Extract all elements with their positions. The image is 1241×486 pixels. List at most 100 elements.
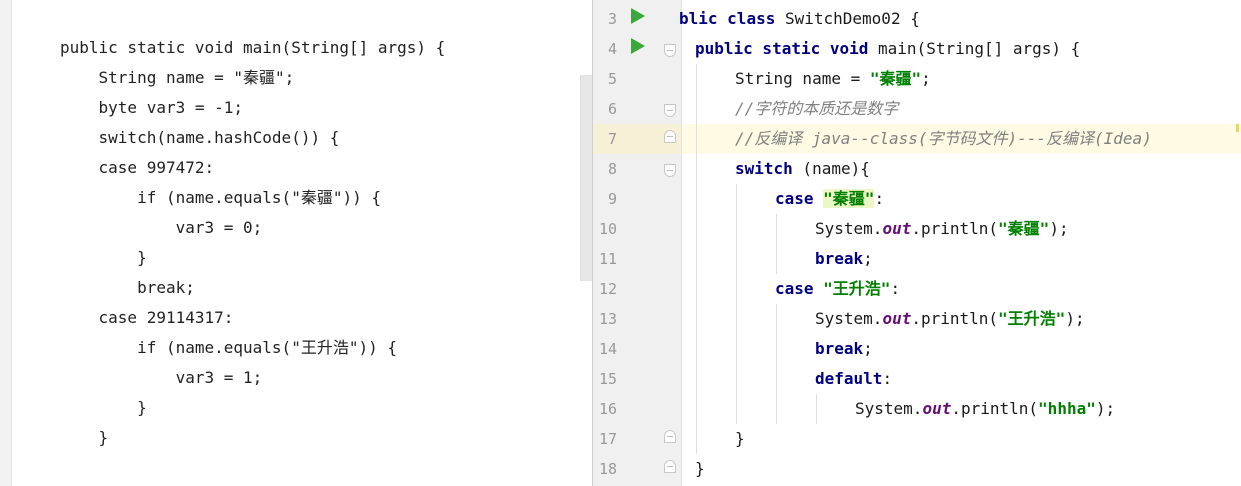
code-line-9[interactable]: case "秦疆":	[775, 184, 884, 214]
gutter-separator	[681, 0, 682, 486]
string-literal: "hhha"	[1038, 399, 1096, 418]
string-literal: "王升浩"	[823, 279, 891, 298]
code-text: .println(	[911, 219, 999, 238]
run-main-icon[interactable]	[631, 38, 645, 54]
fold-icon[interactable]	[664, 164, 676, 177]
static-field: out	[882, 219, 912, 238]
line-number: 4	[607, 40, 617, 58]
run-class-icon[interactable]	[631, 8, 645, 24]
code-line-17[interactable]: }	[735, 424, 745, 454]
code-line-18[interactable]: }	[695, 454, 705, 484]
indent-guide	[696, 64, 697, 454]
code-line: switch(name.hashCode()) {	[60, 128, 340, 147]
string-literal: "秦疆"	[823, 189, 875, 208]
code-line-11[interactable]: break;	[815, 244, 873, 274]
code-line: if (name.equals("秦疆")) {	[60, 188, 381, 207]
indent-guide	[816, 394, 817, 424]
decompiled-code-pane: public static void main(String[] args) {…	[0, 0, 592, 486]
code-line-15[interactable]: default:	[815, 364, 892, 394]
code-text: System.	[855, 399, 923, 418]
fold-icon[interactable]	[664, 460, 676, 473]
keyword: blic	[679, 9, 718, 28]
line-number: 10	[598, 220, 617, 238]
code-line-12[interactable]: case "王升浩":	[775, 274, 900, 304]
code-line-16[interactable]: System.out.println("hhha");	[855, 394, 1115, 424]
indent-guide	[776, 304, 777, 424]
code-text: main(String[] args) {	[868, 39, 1081, 58]
code-text: System.	[815, 309, 883, 328]
string-literal: "秦疆"	[998, 219, 1050, 238]
code-line-6[interactable]: //字符的本质还是数字	[735, 94, 898, 124]
code-line: var3 = 0;	[60, 218, 263, 237]
line-number: 13	[598, 310, 617, 328]
code-text: );	[1065, 309, 1085, 328]
keyword: case	[775, 279, 814, 298]
line-number: 7	[607, 130, 617, 148]
code-line-7[interactable]: //反编译 java--class(字节码文件)---反编译(Idea)	[735, 124, 1152, 154]
line-number: 9	[607, 190, 617, 208]
line-number: 16	[598, 400, 617, 418]
keyword: public static void	[695, 39, 869, 58]
indent-guide	[736, 184, 737, 424]
code-line: }	[60, 398, 147, 417]
code-line-8[interactable]: switch (name){	[735, 154, 870, 184]
fold-icon[interactable]	[664, 104, 676, 117]
fold-icon[interactable]	[664, 130, 676, 143]
line-number: 12	[598, 280, 617, 298]
line-number: 15	[598, 370, 617, 388]
warning-marker[interactable]	[1236, 124, 1239, 132]
code-text: );	[1095, 399, 1116, 418]
code-line: }	[60, 428, 109, 447]
code-line: byte var3 = -1;	[60, 98, 244, 117]
fold-icon[interactable]	[664, 44, 676, 57]
line-number: 11	[598, 250, 617, 268]
code-line-14[interactable]: break;	[815, 334, 873, 364]
code-text: }	[695, 459, 705, 478]
code-text: ;	[863, 249, 873, 268]
code-line: public static void main(String[] args) {	[60, 38, 446, 57]
line-number: 8	[607, 160, 617, 178]
code-text: String name =	[735, 69, 870, 88]
left-scrollbar-thumb[interactable]	[580, 75, 592, 281]
line-number: 3	[607, 10, 617, 28]
code-text: (name){	[792, 159, 870, 178]
code-text: :	[874, 189, 885, 208]
decompiled-code: public static void main(String[] args) {…	[60, 33, 445, 453]
string-literal: "王升浩"	[998, 309, 1066, 328]
keyword: break	[815, 339, 864, 358]
keyword: break	[815, 249, 864, 268]
code-line: String name = "秦疆";	[60, 68, 295, 87]
code-line-4[interactable]: public static void main(String[] args) {	[695, 34, 1080, 64]
line-number: 17	[598, 430, 617, 448]
left-gutter	[0, 0, 12, 486]
code-line: case 29114317:	[60, 308, 234, 327]
keyword: case	[775, 189, 814, 208]
code-text: SwitchDemo02 {	[775, 9, 920, 28]
code-text: .println(	[951, 399, 1039, 418]
code-line-5[interactable]: String name = "秦疆";	[735, 64, 931, 94]
keyword: class	[727, 9, 776, 28]
line-number: 6	[607, 100, 617, 118]
line-number: 5	[607, 70, 617, 88]
editor-pane[interactable]: 3 4 5 6 7 8 9 10 11 12 13 14 15 16 17 18…	[593, 0, 1241, 486]
code-text: System.	[815, 219, 883, 238]
code-line: }	[60, 248, 147, 267]
code-line-3[interactable]: blic class SwitchDemo02 {	[679, 4, 920, 34]
code-line-10[interactable]: System.out.println("秦疆");	[815, 214, 1069, 244]
code-text: :	[890, 279, 901, 298]
static-field: out	[922, 399, 952, 418]
code-line: case 997472:	[60, 158, 215, 177]
fold-icon[interactable]	[664, 430, 676, 443]
static-field: out	[882, 309, 912, 328]
comment: //字符的本质还是数字	[735, 99, 899, 118]
code-line-13[interactable]: System.out.println("王升浩");	[815, 304, 1085, 334]
keyword: default	[815, 369, 883, 388]
comment: //反编译 java--class(字节码文件)---反编译(Idea)	[735, 129, 1152, 148]
code-text: .println(	[911, 309, 999, 328]
code-line: var3 = 1;	[60, 368, 263, 387]
line-number: 18	[598, 460, 617, 478]
line-number: 14	[598, 340, 617, 358]
code-line: if (name.equals("王升浩")) {	[60, 338, 397, 357]
code-text: );	[1049, 219, 1069, 238]
code-text: :	[882, 369, 893, 388]
